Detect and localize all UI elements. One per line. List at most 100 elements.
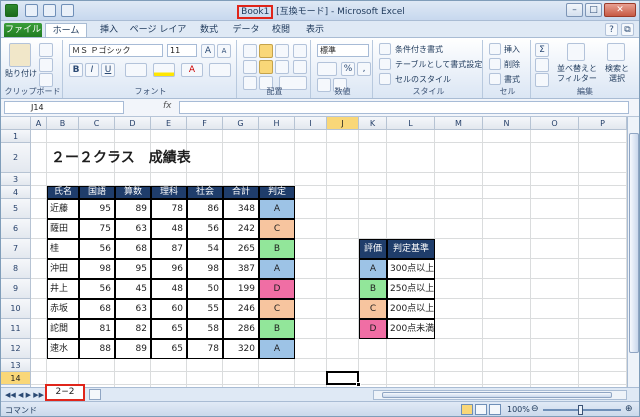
spreadsheet-grid[interactable]: ABCDEFGHIJKLMNOP12345678910111213141516２… — [1, 117, 639, 387]
student-name-cell[interactable]: 詑間 — [47, 319, 79, 339]
column-header-o[interactable]: O — [531, 117, 579, 130]
grade-cell[interactable]: A — [259, 199, 295, 219]
score-cell[interactable]: 63 — [115, 299, 151, 319]
comma-button[interactable]: , — [357, 62, 371, 76]
name-box[interactable]: J14 — [4, 101, 124, 114]
fx-icon[interactable]: fx — [163, 101, 172, 111]
row-header-7[interactable]: 7 — [1, 239, 31, 259]
format-as-table-button[interactable]: テーブルとして書式設定 — [395, 59, 482, 70]
zoom-slider[interactable] — [543, 405, 621, 415]
score-cell[interactable]: 48 — [151, 279, 187, 299]
copy-icon[interactable] — [39, 58, 53, 72]
horizontal-scroll-thumb[interactable] — [382, 392, 612, 398]
column-header-f[interactable]: F — [187, 117, 223, 130]
tab-review[interactable]: 校閲 — [267, 23, 295, 38]
shrink-font-icon[interactable]: A — [217, 44, 231, 58]
score-cell[interactable]: 68 — [115, 239, 151, 259]
fill-color-icon[interactable] — [153, 63, 175, 77]
zoom-slider-thumb[interactable] — [578, 405, 583, 415]
total-cell[interactable]: 199 — [223, 279, 259, 299]
tab-formulas[interactable]: 数式 — [195, 23, 223, 38]
column-header-j[interactable]: J — [327, 117, 359, 130]
minimize-button[interactable]: – — [566, 3, 583, 17]
column-header-l[interactable]: L — [387, 117, 435, 130]
align-left-icon[interactable] — [243, 60, 257, 74]
wrap-text-icon[interactable] — [293, 60, 307, 74]
score-cell[interactable]: 88 — [79, 339, 115, 359]
help-icon[interactable]: ? — [605, 23, 618, 36]
row-header-3[interactable]: 3 — [1, 173, 31, 186]
vertical-scroll-thumb[interactable] — [629, 133, 639, 353]
align-top-icon[interactable] — [243, 44, 257, 58]
student-name-cell[interactable]: 薩田 — [47, 219, 79, 239]
score-cell[interactable]: 55 — [187, 299, 223, 319]
align-right-icon[interactable] — [275, 60, 289, 74]
score-cell[interactable]: 48 — [151, 219, 187, 239]
score-cell[interactable]: 58 — [187, 319, 223, 339]
italic-button[interactable]: I — [85, 63, 99, 77]
grade-cell[interactable]: C — [259, 219, 295, 239]
row-header-10[interactable]: 10 — [1, 299, 31, 319]
legend-criteria-cell[interactable]: 250点以上 — [387, 279, 435, 299]
column-header-n[interactable]: N — [483, 117, 531, 130]
grade-cell[interactable]: C — [259, 299, 295, 319]
zoom-level[interactable]: 100% — [507, 405, 530, 414]
autosum-button[interactable]: Σ — [535, 43, 549, 57]
clear-icon[interactable] — [535, 73, 549, 87]
student-name-cell[interactable]: 赤坂 — [47, 299, 79, 319]
tab-file[interactable]: ファイル — [4, 23, 42, 38]
score-cell[interactable]: 75 — [79, 219, 115, 239]
score-cell[interactable]: 86 — [187, 199, 223, 219]
restore-icon[interactable]: ⧉ — [621, 23, 634, 36]
score-cell[interactable]: 56 — [79, 239, 115, 259]
percent-button[interactable]: % — [341, 62, 355, 76]
new-sheet-icon[interactable] — [89, 389, 101, 400]
column-header-k[interactable]: K — [359, 117, 387, 130]
column-header-g[interactable]: G — [223, 117, 259, 130]
paste-icon[interactable] — [9, 43, 31, 67]
score-cell[interactable]: 50 — [187, 279, 223, 299]
score-cell[interactable]: 78 — [151, 199, 187, 219]
column-header-h[interactable]: H — [259, 117, 295, 130]
font-color-icon[interactable]: A — [181, 63, 203, 77]
total-cell[interactable]: 246 — [223, 299, 259, 319]
number-format-combo[interactable]: 標準 — [317, 44, 369, 57]
grade-cell[interactable]: B — [259, 239, 295, 259]
legend-grade-cell[interactable]: B — [359, 279, 387, 299]
cut-icon[interactable] — [39, 43, 53, 57]
tab-home[interactable]: ホーム — [45, 23, 87, 38]
column-header-d[interactable]: D — [115, 117, 151, 130]
score-cell[interactable]: 63 — [115, 219, 151, 239]
column-header-e[interactable]: E — [151, 117, 187, 130]
total-cell[interactable]: 387 — [223, 259, 259, 279]
paste-label[interactable]: 貼り付け — [5, 68, 37, 79]
legend-criteria-cell[interactable]: 300点以上 — [387, 259, 435, 279]
grade-cell[interactable]: A — [259, 339, 295, 359]
score-cell[interactable]: 82 — [115, 319, 151, 339]
legend-grade-cell[interactable]: D — [359, 319, 387, 339]
tab-view[interactable]: 表示 — [301, 23, 329, 38]
sheet-nav-icon[interactable]: ◀◀ ◀ ▶ ▶▶ — [5, 391, 44, 399]
legend-grade-cell[interactable]: C — [359, 299, 387, 319]
fill-icon[interactable] — [535, 58, 549, 72]
underline-button[interactable]: U — [101, 63, 115, 77]
column-header-c[interactable]: C — [79, 117, 115, 130]
tab-page-layout[interactable]: ページ レイアウト — [127, 23, 189, 50]
score-cell[interactable]: 45 — [115, 279, 151, 299]
align-middle-icon[interactable] — [259, 44, 273, 58]
total-cell[interactable]: 348 — [223, 199, 259, 219]
student-name-cell[interactable]: 沖田 — [47, 259, 79, 279]
score-cell[interactable]: 81 — [79, 319, 115, 339]
cell-styles-button[interactable]: セルのスタイル — [395, 74, 451, 85]
row-header-9[interactable]: 9 — [1, 279, 31, 299]
align-bottom-icon[interactable] — [275, 44, 289, 58]
column-header-p[interactable]: P — [579, 117, 627, 130]
page-layout-view-icon[interactable] — [475, 404, 487, 415]
format-cells-button[interactable]: 書式 — [504, 74, 520, 85]
normal-view-icon[interactable] — [461, 404, 473, 415]
score-cell[interactable]: 96 — [151, 259, 187, 279]
row-header-5[interactable]: 5 — [1, 199, 31, 219]
maximize-button[interactable]: □ — [585, 3, 602, 17]
score-cell[interactable]: 56 — [79, 279, 115, 299]
row-header-8[interactable]: 8 — [1, 259, 31, 279]
